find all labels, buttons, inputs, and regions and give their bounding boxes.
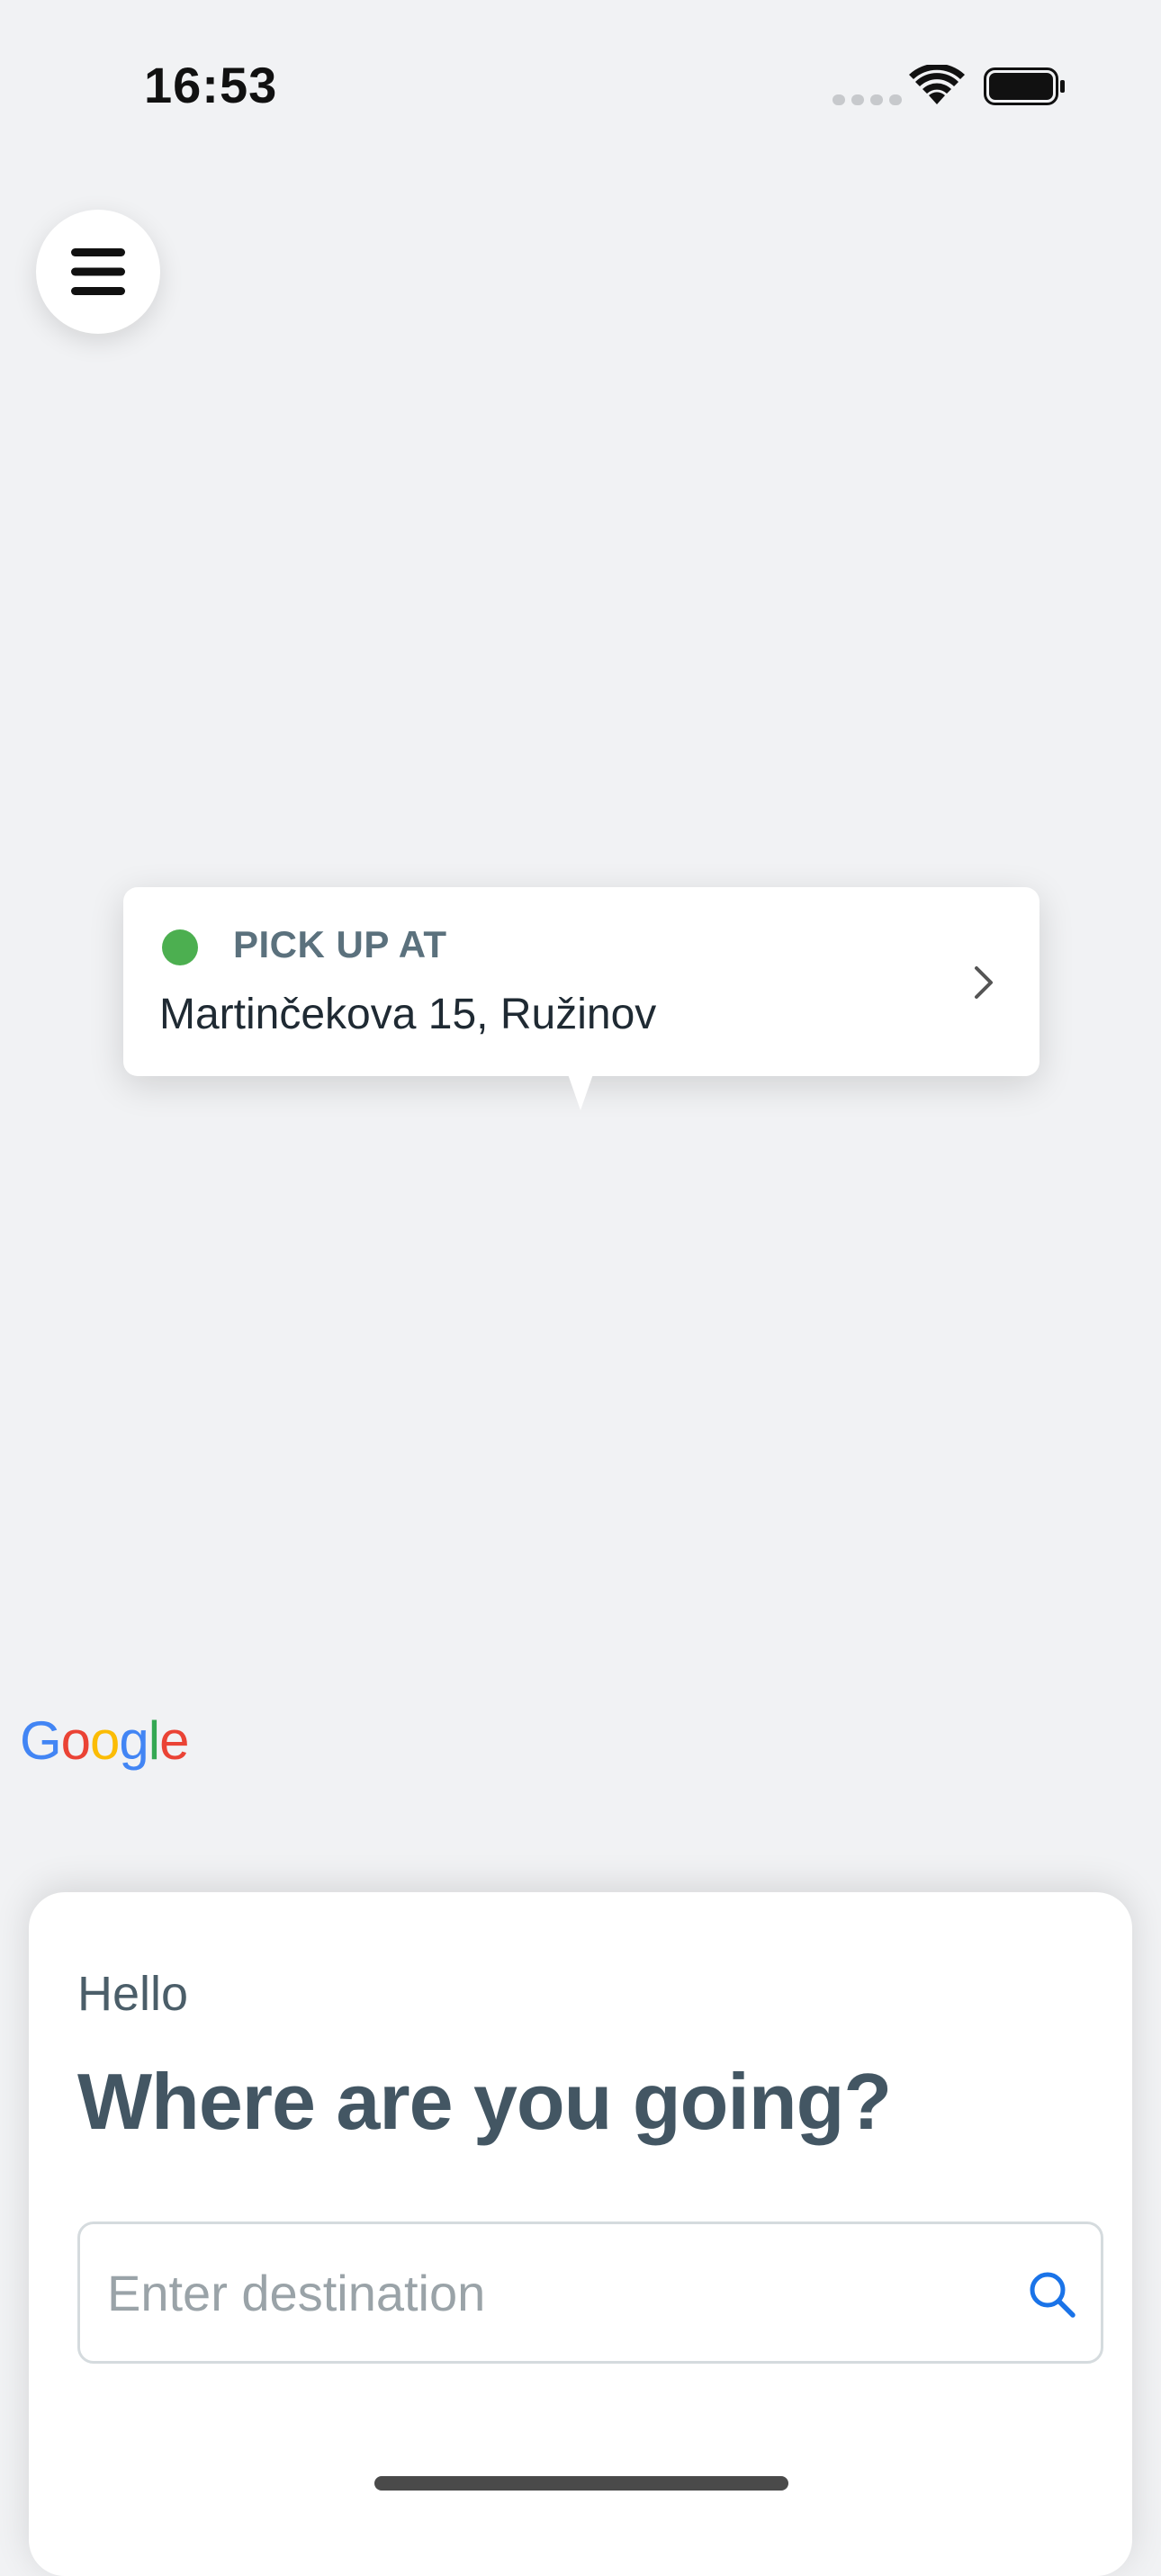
destination-input[interactable] xyxy=(107,2224,1007,2361)
wifi-icon xyxy=(909,65,965,104)
destination-headline: Where are you going? xyxy=(77,2057,892,2146)
status-bar: 16:53 xyxy=(0,0,1161,171)
home-indicator[interactable] xyxy=(374,2476,788,2491)
google-logo-letter: o xyxy=(60,1710,91,1771)
google-logo-letter: g xyxy=(119,1710,148,1771)
google-logo-letter: G xyxy=(20,1710,62,1771)
pickup-callout-pointer xyxy=(568,1074,593,1110)
pickup-location-card[interactable]: PICK UP AT Martinčekova 15, Ružinov xyxy=(123,887,1040,1076)
pickup-status-dot xyxy=(162,929,198,965)
destination-sheet: Hello Where are you going? xyxy=(29,1892,1132,2576)
destination-search-box[interactable] xyxy=(77,2221,1103,2364)
cellular-signal-icon xyxy=(832,94,902,105)
menu-button[interactable] xyxy=(36,210,160,334)
pickup-address: Martinčekova 15, Ružinov xyxy=(159,991,657,1038)
google-logo-letter: l xyxy=(148,1710,160,1771)
hamburger-menu-icon xyxy=(71,248,125,295)
google-logo-letter: o xyxy=(90,1710,120,1771)
search-icon[interactable] xyxy=(1027,2269,1077,2320)
status-time: 16:53 xyxy=(144,57,278,113)
google-logo-letter: e xyxy=(159,1710,189,1771)
pickup-label: PICK UP AT xyxy=(233,923,447,965)
google-attribution: Google xyxy=(20,1710,190,1772)
battery-icon xyxy=(984,67,1065,105)
chevron-right-icon xyxy=(975,966,993,999)
greeting-text: Hello xyxy=(77,1967,189,2021)
